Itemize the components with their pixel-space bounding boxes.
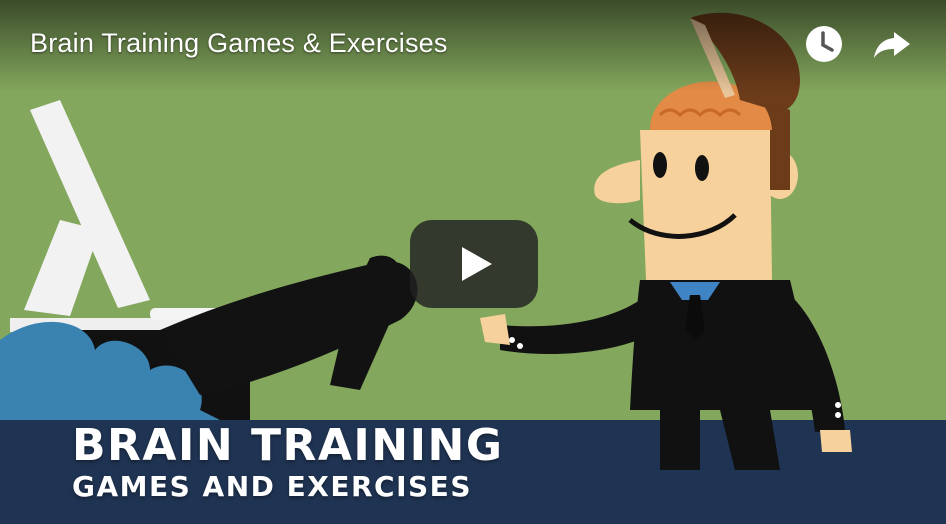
watch-later-button[interactable] [804, 24, 844, 64]
share-button[interactable] [872, 24, 912, 64]
caption-line-2: GAMES AND EXERCISES [72, 470, 472, 503]
video-player[interactable]: Brain Training Games & Exercises BRAIN T… [0, 0, 946, 524]
share-arrow-icon [874, 32, 910, 58]
play-icon [462, 247, 492, 281]
caption-line-1: BRAIN TRAINING [72, 420, 504, 471]
video-title[interactable]: Brain Training Games & Exercises [30, 28, 448, 59]
clock-icon [806, 26, 842, 62]
play-button[interactable] [410, 220, 538, 308]
